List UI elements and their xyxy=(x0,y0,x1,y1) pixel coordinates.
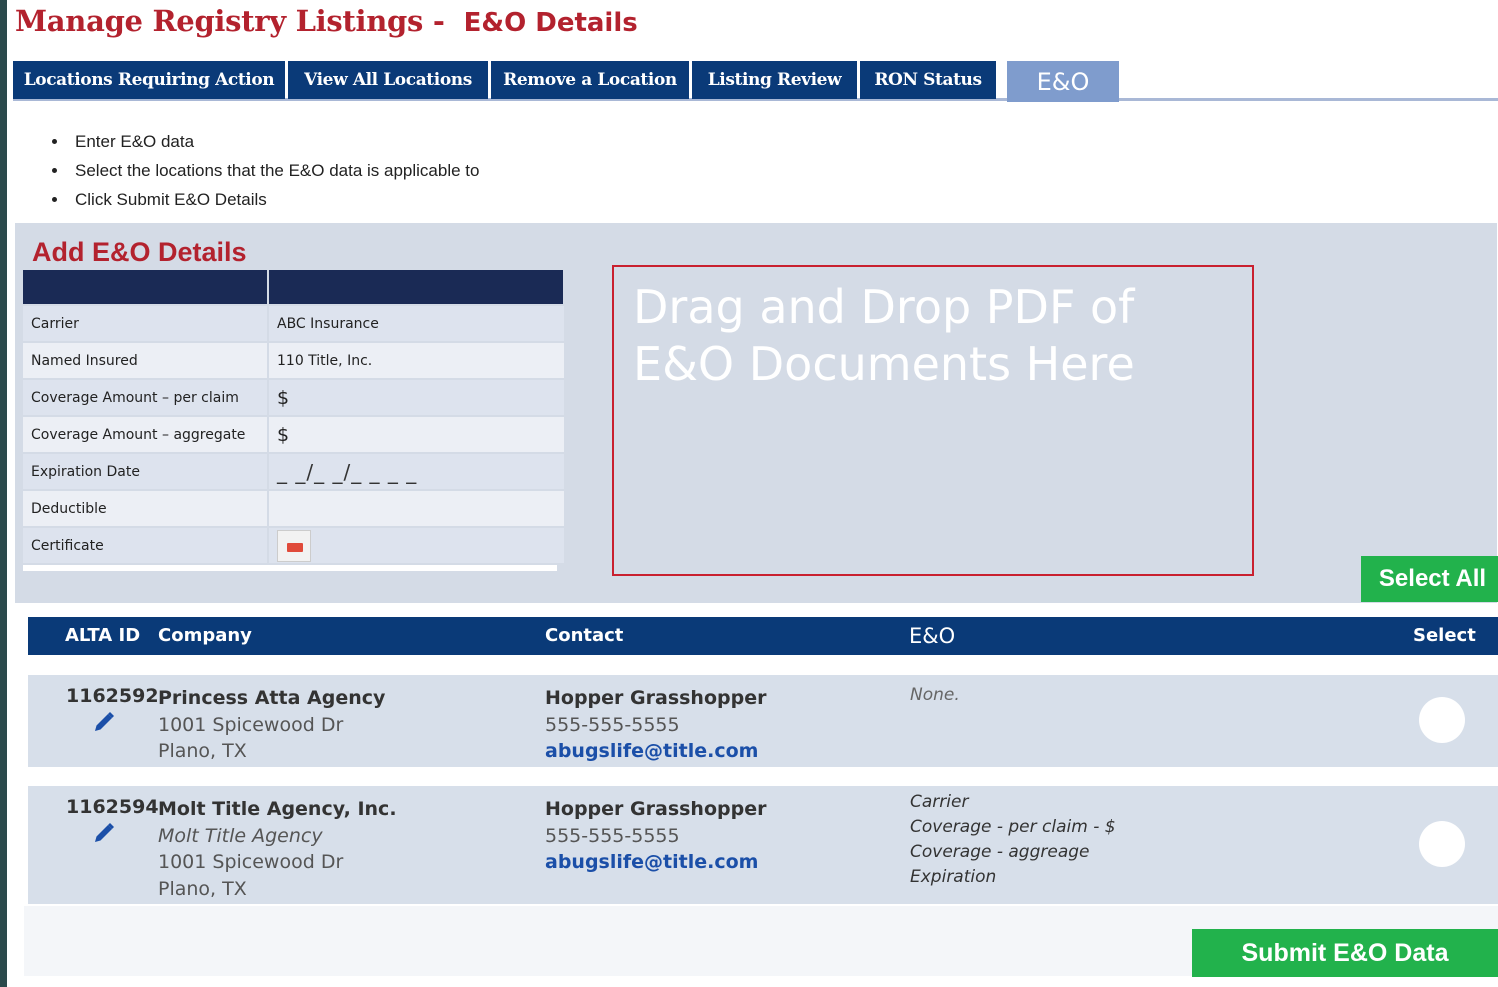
eo-line: None. xyxy=(910,685,960,705)
contact-phone: 555-555-5555 xyxy=(545,824,680,847)
named-insured-field[interactable]: 110 Title, Inc. xyxy=(268,341,564,379)
deductible-field[interactable] xyxy=(268,489,564,527)
eo-details-form: Carrier ABC Insurance Named Insured 110 … xyxy=(23,270,565,563)
contact-cell: Hopper Grasshopper 555-555-5555 abugslif… xyxy=(545,685,766,765)
alta-id: 1162594 xyxy=(66,796,159,818)
contact-name: Hopper Grasshopper xyxy=(545,798,767,820)
certificate-field[interactable] xyxy=(268,526,564,563)
tab-bar: Locations Requiring Action View All Loca… xyxy=(13,61,1498,102)
company-address-line1: 1001 Spicewood Dr xyxy=(158,713,344,736)
eo-line: Expiration xyxy=(910,867,997,887)
contact-email-link[interactable]: abugslife@title.com xyxy=(545,849,766,876)
col-contact: Contact xyxy=(545,625,624,646)
alta-id: 1162592 xyxy=(66,685,159,707)
select-radio[interactable] xyxy=(1419,821,1465,867)
instruction-item: Enter E&O data xyxy=(47,127,479,156)
dropzone-text: Drag and Drop PDF of E&O Documents Here xyxy=(633,280,1135,391)
contact-phone: 555-555-5555 xyxy=(545,713,680,736)
select-all-button[interactable]: Select All xyxy=(1361,556,1498,602)
eo-cell: None. xyxy=(910,683,960,708)
col-select[interactable]: Select xyxy=(1413,625,1476,646)
eo-line: Carrier xyxy=(910,792,969,812)
deductible-label: Deductible xyxy=(23,489,269,527)
select-radio[interactable] xyxy=(1419,697,1465,743)
add-eo-title: Add E&O Details xyxy=(32,237,247,267)
edit-pencil-icon[interactable] xyxy=(92,710,116,734)
form-header-cell xyxy=(268,270,565,305)
certificate-label: Certificate xyxy=(23,526,269,563)
contact-cell: Hopper Grasshopper 555-555-5555 abugslif… xyxy=(545,796,766,876)
company-cell: Molt Title Agency, Inc. Molt Title Agenc… xyxy=(158,796,397,902)
company-address-line2: Plano, TX xyxy=(158,740,247,762)
tab-ron-status[interactable]: RON Status xyxy=(860,61,996,99)
currency-symbol: $ xyxy=(277,423,290,446)
coverage-per-claim-field[interactable]: $ xyxy=(268,378,564,416)
date-mask: _ _/_ _/_ _ _ _ xyxy=(277,459,418,484)
currency-symbol: $ xyxy=(277,386,290,409)
company-address-line2: Plano, TX xyxy=(158,877,247,900)
instruction-item: Click Submit E&O Details xyxy=(47,185,479,214)
company-alias: Molt Title Agency xyxy=(158,824,323,847)
page: Manage Registry Listings - E&O Details L… xyxy=(7,0,1498,987)
submit-eo-data-button[interactable]: Submit E&O Data xyxy=(1192,929,1498,977)
col-eo: E&O xyxy=(909,624,956,648)
pdf-dropzone[interactable]: Drag and Drop PDF of E&O Documents Here xyxy=(612,265,1254,576)
coverage-per-claim-label: Coverage Amount – per claim xyxy=(23,378,269,416)
tab-eo[interactable]: E&O xyxy=(1007,61,1119,102)
page-title: Manage Registry Listings - E&O Details xyxy=(15,4,638,38)
page-title-main: Manage Registry Listings - xyxy=(15,4,445,38)
expiration-date-label: Expiration Date xyxy=(23,452,269,490)
col-alta-id: ALTA ID xyxy=(65,625,141,646)
company-name: Molt Title Agency, Inc. xyxy=(158,798,397,820)
eo-line: Coverage - per claim - $ xyxy=(910,817,1116,837)
contact-name: Hopper Grasshopper xyxy=(545,687,767,709)
eo-cell: Carrier Coverage - per claim - $ Coverag… xyxy=(910,790,1116,890)
tab-view-all-locations[interactable]: View All Locations xyxy=(288,61,488,99)
form-bottom-border xyxy=(23,565,557,571)
coverage-aggregate-label: Coverage Amount – aggregate xyxy=(23,415,269,453)
tab-remove-a-location[interactable]: Remove a Location xyxy=(491,61,689,99)
company-name: Princess Atta Agency xyxy=(158,687,386,709)
coverage-aggregate-field[interactable]: $ xyxy=(268,415,564,453)
company-address-line1: 1001 Spicewood Dr xyxy=(158,851,344,873)
instruction-item: Select the locations that the E&O data i… xyxy=(47,156,479,185)
eo-line: Coverage - aggreage xyxy=(910,842,1090,862)
expiration-date-field[interactable]: _ _/_ _/_ _ _ _ xyxy=(268,452,564,490)
edit-pencil-icon[interactable] xyxy=(92,821,116,845)
tab-listing-review[interactable]: Listing Review xyxy=(692,61,857,99)
table-row: 1162592 Princess Atta Agency 1001 Spicew… xyxy=(28,675,1498,767)
add-eo-panel: Add E&O Details Carrier ABC Insurance Na… xyxy=(15,223,1498,603)
company-cell: Princess Atta Agency 1001 Spicewood Dr P… xyxy=(158,685,385,765)
tab-locations-requiring-action[interactable]: Locations Requiring Action xyxy=(13,61,285,99)
contact-email-link[interactable]: abugslife@title.com xyxy=(545,738,766,765)
pdf-file-icon[interactable] xyxy=(277,529,311,562)
locations-table-header: ALTA ID Company Contact E&O Select xyxy=(28,617,1498,655)
instructions-list: Enter E&O data Select the locations that… xyxy=(47,127,479,214)
page-title-sub: E&O Details xyxy=(463,8,638,38)
form-header-cell xyxy=(23,270,269,305)
table-row: 1162594 Molt Title Agency, Inc. Molt Tit… xyxy=(28,786,1498,904)
carrier-label: Carrier xyxy=(23,304,269,342)
col-company: Company xyxy=(158,625,252,646)
carrier-field[interactable]: ABC Insurance xyxy=(268,304,564,342)
named-insured-label: Named Insured xyxy=(23,341,269,379)
